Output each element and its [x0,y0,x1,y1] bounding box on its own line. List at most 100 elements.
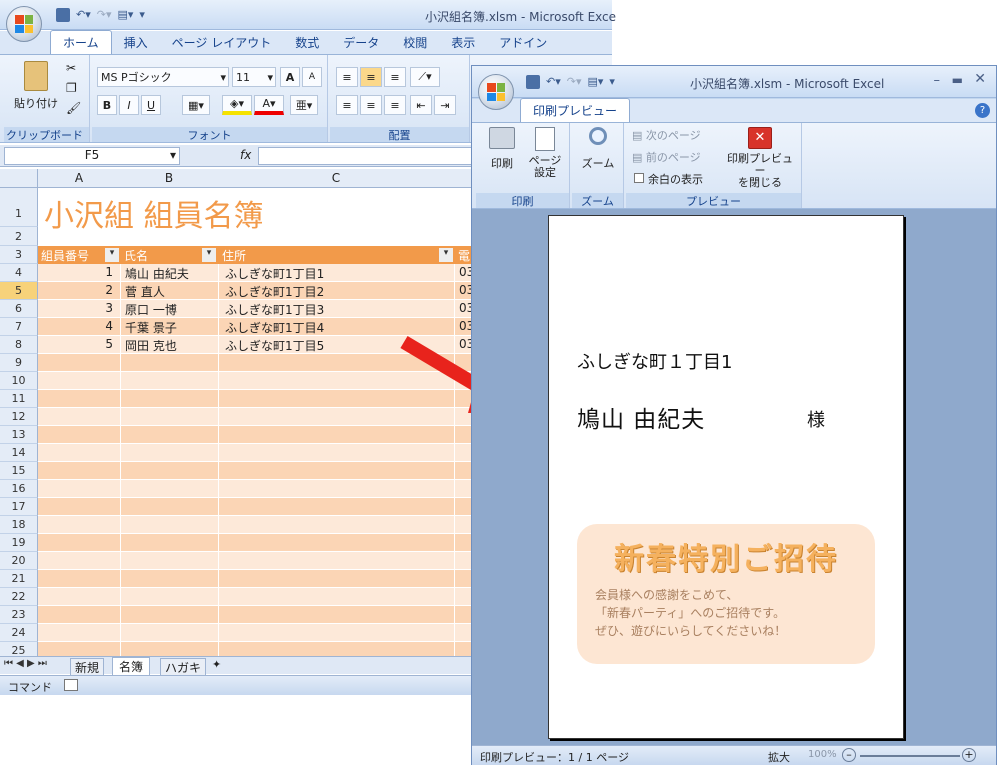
row-header[interactable]: 14 [0,444,38,462]
grow-font-button[interactable]: A [280,67,300,87]
tab-page-layout[interactable]: ページ レイアウト [160,31,284,54]
row-header[interactable]: 25 [0,642,38,656]
tab-review[interactable]: 校閲 [391,31,439,54]
fill-color-button[interactable]: ◈▾ [222,95,252,115]
row-header[interactable]: 9 [0,354,38,372]
bold-button[interactable]: B [97,95,117,115]
font-size-dropdown[interactable]: 11 ▾ [232,67,276,87]
next-page-button[interactable]: ▤ 次のページ [632,127,701,143]
sheet-tab-roster[interactable]: 名簿 [112,657,151,676]
column-header-a[interactable]: A [38,171,120,185]
undo-icon[interactable]: ↶▾ [76,8,91,21]
align-top-button[interactable]: ≡ [336,67,358,87]
row-header[interactable]: 17 [0,498,38,516]
cell-no[interactable]: 4 [38,319,116,333]
redo-icon[interactable]: ↷▾ [567,75,582,88]
help-icon[interactable]: ? [975,103,990,118]
tab-formulas[interactable]: 数式 [283,31,331,54]
cell-no[interactable]: 5 [38,337,116,351]
header-address[interactable]: 住所 [222,247,246,264]
row-header[interactable]: 3 [0,246,38,264]
cut-icon[interactable]: ✂ [66,61,76,75]
row-header[interactable]: 18 [0,516,38,534]
save-icon[interactable] [56,7,70,22]
office-button[interactable] [6,6,42,42]
header-phone[interactable]: 電 [458,247,470,264]
prev-page-button[interactable]: ▤ 前のページ [632,149,701,165]
cell-addr[interactable]: ふしぎな町1丁目2 [222,283,454,300]
close-preview-button[interactable]: ✕ 印刷プレビュー を閉じる [722,127,798,189]
show-margins-checkbox[interactable]: 余白の表示 [634,171,703,187]
header-name[interactable]: 氏名 [124,247,148,264]
format-painter-icon[interactable]: 🖌 [66,101,81,115]
cell-name[interactable]: 岡田 克也 [122,337,218,354]
insert-sheet-icon[interactable]: ✦ [212,658,221,671]
row-header[interactable]: 13 [0,426,38,444]
column-header-b[interactable]: B [120,171,218,185]
row-header[interactable]: 16 [0,480,38,498]
row-header[interactable]: 4 [0,264,38,282]
align-right-button[interactable]: ≡ [384,95,406,115]
print-button[interactable]: 印刷 [482,127,522,179]
increase-indent-button[interactable]: ⇥ [434,95,456,115]
row-header[interactable]: 6 [0,300,38,318]
align-left-button[interactable]: ≡ [336,95,358,115]
row-header[interactable]: 24 [0,624,38,642]
cell-name[interactable]: 菅 直人 [122,283,218,300]
tab-view[interactable]: 表示 [439,31,487,54]
font-name-dropdown[interactable]: MS Pゴシック ▾ [97,67,229,87]
maximize-icon[interactable]: ▬ [952,73,963,87]
align-center-button[interactable]: ≡ [360,95,382,115]
close-icon[interactable]: ✕ [974,71,986,87]
font-color-button[interactable]: A▾ [254,95,284,115]
row-header[interactable]: 7 [0,318,38,336]
tab-data[interactable]: データ [331,31,391,54]
cell-no[interactable]: 2 [38,283,116,297]
filter-dropdown-icon[interactable]: ▾ [105,248,119,262]
header-member-no[interactable]: 組員番号 [41,247,89,264]
phonetic-button[interactable]: 亜▾ [290,95,318,115]
italic-button[interactable]: I [119,95,139,115]
filter-dropdown-icon[interactable]: ▾ [439,248,453,262]
form-icon[interactable]: ▤▾ [588,75,604,88]
row-header[interactable]: 11 [0,390,38,408]
zoom-slider[interactable] [860,755,960,757]
row-header[interactable]: 8 [0,336,38,354]
select-all-corner[interactable] [0,169,38,188]
paste-label[interactable]: 貼り付け [14,95,58,111]
row-header[interactable]: 15 [0,462,38,480]
save-icon[interactable] [526,74,540,89]
fx-icon[interactable]: fx [240,148,251,162]
tab-addins[interactable]: アドイン [487,31,559,54]
cell-addr[interactable]: ふしぎな町1丁目1 [222,265,454,282]
zoom-button[interactable]: ズーム [578,127,618,179]
sheet-nav-icons[interactable]: ⏮ ◀ ▶ ⏭ [4,658,47,669]
tab-print-preview[interactable]: 印刷プレビュー [520,98,631,122]
minimize-icon[interactable]: – [934,73,941,88]
orientation-button[interactable]: ⟋▾ [410,67,440,87]
paste-icon[interactable] [24,61,48,91]
undo-icon[interactable]: ↶▾ [546,75,561,88]
cell-no[interactable]: 3 [38,301,116,315]
align-bottom-button[interactable]: ≡ [384,67,406,87]
zoom-in-icon[interactable]: + [962,748,976,762]
column-header-c[interactable]: C [218,171,454,185]
cell-name[interactable]: 鳩山 由紀夫 [122,265,218,282]
cell-name[interactable]: 千葉 景子 [122,319,218,336]
customize-icon[interactable]: ▾ [609,75,615,88]
align-middle-button[interactable]: ≡ [360,67,382,87]
customize-icon[interactable]: ▾ [139,8,145,21]
page-setup-button[interactable]: ページ 設定 [524,127,566,185]
macro-record-icon[interactable] [64,679,78,691]
cell-no[interactable]: 1 [38,265,116,279]
row-header[interactable]: 21 [0,570,38,588]
row-header[interactable]: 5 [0,282,38,300]
row-header[interactable]: 12 [0,408,38,426]
row-header[interactable]: 19 [0,534,38,552]
filter-dropdown-icon[interactable]: ▾ [202,248,216,262]
cell-name[interactable]: 原口 一博 [122,301,218,318]
tab-home[interactable]: ホーム [50,30,112,54]
front-office-button[interactable] [478,74,514,110]
zoom-in-label[interactable]: 拡大 [768,749,790,765]
row-header[interactable]: 22 [0,588,38,606]
